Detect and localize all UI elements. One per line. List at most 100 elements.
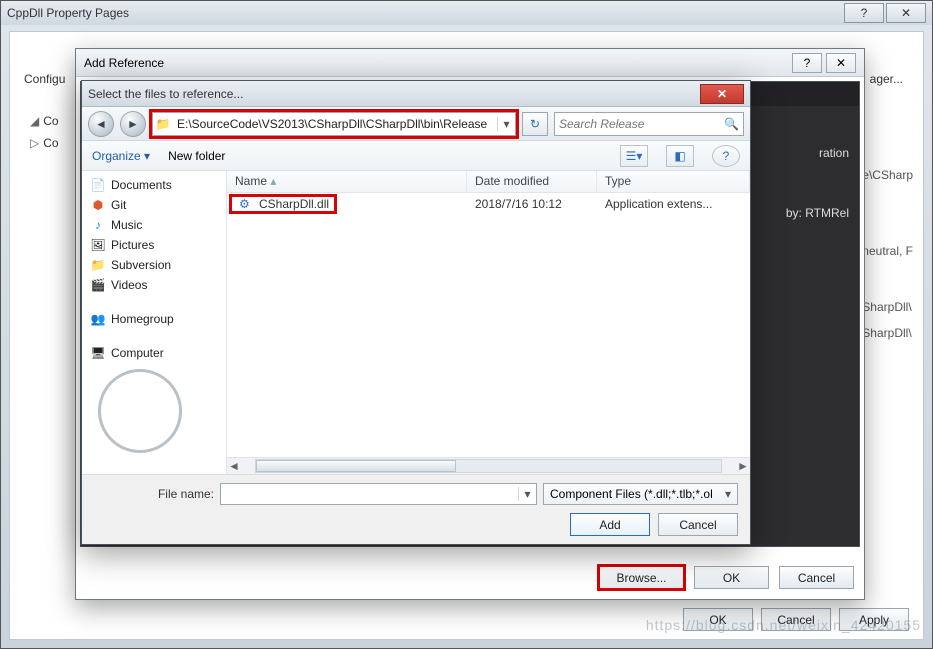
chevron-down-icon: ▾	[725, 487, 731, 501]
bg-hint: e\CSharp	[862, 162, 913, 188]
scroll-track[interactable]	[255, 459, 722, 473]
list-row[interactable]: ⚙ CSharpDll.dll 2018/7/16 10:12 Applicat…	[227, 193, 750, 215]
scroll-left-icon[interactable]: ◄	[227, 459, 241, 473]
tree-item[interactable]: Co	[43, 136, 58, 150]
filename-input[interactable]: ▾	[220, 483, 537, 505]
fp-toolbar: Organize ▾ New folder ☰▾ ◧ ?	[82, 141, 750, 171]
bg-ration: ration	[819, 146, 849, 160]
refresh-button[interactable]: ↻	[522, 112, 548, 136]
fp-list: Name ▴ Date modified Type ⚙ CSharpDll.dl…	[227, 171, 750, 474]
computer-icon: 🖥	[90, 346, 106, 360]
fp-close-button[interactable]: ✕	[700, 84, 744, 104]
outer-close-button[interactable]: ✕	[886, 3, 926, 23]
help-icon: ?	[804, 56, 811, 70]
organize-button[interactable]: Organize ▾	[92, 149, 150, 163]
outer-help-button[interactable]: ?	[844, 3, 884, 23]
tree-videos[interactable]: 🎬Videos	[88, 275, 226, 295]
file-picker-dialog: Select the files to reference... ✕ ◄ ► 📁…	[81, 80, 751, 545]
addref-title: Add Reference	[84, 56, 164, 70]
outer-title: CppDll Property Pages	[7, 6, 129, 20]
col-date[interactable]: Date modified	[467, 171, 597, 192]
add-button[interactable]: Add	[570, 513, 650, 536]
config-manager-button[interactable]: ager...	[870, 72, 903, 86]
documents-icon: 📄	[90, 178, 106, 192]
close-icon: ✕	[836, 56, 846, 70]
fp-search: 🔍	[554, 112, 744, 136]
tree-git[interactable]: ⬢Git	[88, 195, 226, 215]
address-bar[interactable]: 📁 E:\SourceCode\VS2013\CSharpDll\CSharpD…	[152, 112, 516, 136]
fp-bottom: File name: ▾ Component Files (*.dll;*.tl…	[82, 474, 750, 544]
addref-close-button[interactable]: ✕	[826, 53, 856, 73]
list-header: Name ▴ Date modified Type	[227, 171, 750, 193]
tree-subversion[interactable]: 📁Subversion	[88, 255, 226, 275]
filename-label: File name:	[94, 487, 214, 501]
nav-back-button[interactable]: ◄	[88, 111, 114, 137]
tree-item[interactable]: Co	[43, 114, 58, 128]
bg-rtm: by: RTMRel	[786, 206, 849, 220]
outer-tree: ◢ Co ▷ Co	[30, 110, 59, 154]
address-text: E:\SourceCode\VS2013\CSharpDll\CSharpDll…	[173, 117, 497, 131]
search-icon[interactable]: 🔍	[724, 117, 739, 131]
chevron-down-icon[interactable]: ▾	[518, 487, 536, 501]
new-folder-button[interactable]: New folder	[168, 149, 225, 163]
outer-titlebar: CppDll Property Pages ? ✕	[1, 1, 932, 25]
tree-expand-icon[interactable]: ◢	[30, 114, 39, 128]
fp-search-input[interactable]	[559, 117, 724, 131]
view-options-button[interactable]: ☰▾	[620, 145, 648, 167]
fp-navbar: ◄ ► 📁 E:\SourceCode\VS2013\CSharpDll\CSh…	[82, 107, 750, 141]
bg-hint: SharpDll\	[862, 320, 913, 346]
preview-pane-button[interactable]: ◧	[666, 145, 694, 167]
close-icon: ✕	[901, 6, 911, 20]
nav-forward-button[interactable]: ►	[120, 111, 146, 137]
drive-placeholder-icon	[98, 369, 182, 453]
outer-cancel-button[interactable]: Cancel	[761, 608, 831, 631]
videos-icon: 🎬	[90, 278, 106, 292]
file-type: Application extens...	[597, 195, 750, 213]
filter-text: Component Files (*.dll;*.tlb;*.ol	[550, 487, 713, 501]
outer-button-row: OK Cancel Apply	[683, 608, 909, 631]
horizontal-scrollbar[interactable]: ◄ ►	[227, 457, 750, 474]
sort-asc-icon: ▴	[270, 174, 276, 188]
addref-ok-button[interactable]: OK	[694, 566, 769, 589]
fp-tree: 📄Documents ⬢Git ♪Music 🖼Pictures 📁Subver…	[82, 171, 227, 474]
tree-documents[interactable]: 📄Documents	[88, 175, 226, 195]
file-entry: ⚙ CSharpDll.dll	[231, 196, 335, 212]
tree-music[interactable]: ♪Music	[88, 215, 226, 235]
col-type[interactable]: Type	[597, 171, 750, 192]
dll-file-icon: ⚙	[239, 197, 255, 211]
filetype-filter[interactable]: Component Files (*.dll;*.tlb;*.ol ▾	[543, 483, 738, 505]
addref-titlebar: Add Reference ? ✕	[76, 49, 864, 77]
close-icon: ✕	[717, 87, 727, 101]
chevron-down-icon[interactable]: ▾	[497, 117, 515, 131]
browse-button[interactable]: Browse...	[599, 566, 684, 589]
fp-body: 📄Documents ⬢Git ♪Music 🖼Pictures 📁Subver…	[82, 171, 750, 474]
outer-apply-button[interactable]: Apply	[839, 608, 909, 631]
addref-help-button[interactable]: ?	[792, 53, 822, 73]
addref-cancel-button[interactable]: Cancel	[779, 566, 854, 589]
homegroup-icon: 👥	[90, 312, 106, 326]
subversion-icon: 📁	[90, 258, 106, 272]
list-rows: ⚙ CSharpDll.dll 2018/7/16 10:12 Applicat…	[227, 193, 750, 457]
tree-pictures[interactable]: 🖼Pictures	[88, 235, 226, 255]
tree-homegroup[interactable]: 👥Homegroup	[88, 309, 226, 329]
bg-hint: SharpDll\	[862, 294, 913, 320]
fp-help-button[interactable]: ?	[712, 145, 740, 167]
fp-titlebar: Select the files to reference... ✕	[82, 81, 750, 107]
git-icon: ⬢	[90, 198, 106, 212]
music-icon: ♪	[90, 218, 106, 232]
scroll-right-icon[interactable]: ►	[736, 459, 750, 473]
pictures-icon: 🖼	[90, 238, 106, 252]
addref-button-row: Browse... OK Cancel	[599, 566, 854, 589]
folder-icon: 📁	[153, 117, 173, 131]
fp-title: Select the files to reference...	[88, 87, 243, 101]
tree-collapse-icon[interactable]: ▷	[30, 136, 39, 150]
outer-ok-button[interactable]: OK	[683, 608, 753, 631]
fp-cancel-button[interactable]: Cancel	[658, 513, 738, 536]
file-name: CSharpDll.dll	[259, 197, 329, 211]
tree-computer[interactable]: 🖥Computer	[88, 343, 226, 363]
config-label: Configu	[24, 72, 65, 86]
bg-hint: neutral, F	[862, 238, 913, 264]
bg-right-hints: e\CSharp neutral, F SharpDll\ SharpDll\	[862, 162, 913, 346]
col-name[interactable]: Name ▴	[227, 171, 467, 192]
scroll-thumb[interactable]	[256, 460, 456, 472]
